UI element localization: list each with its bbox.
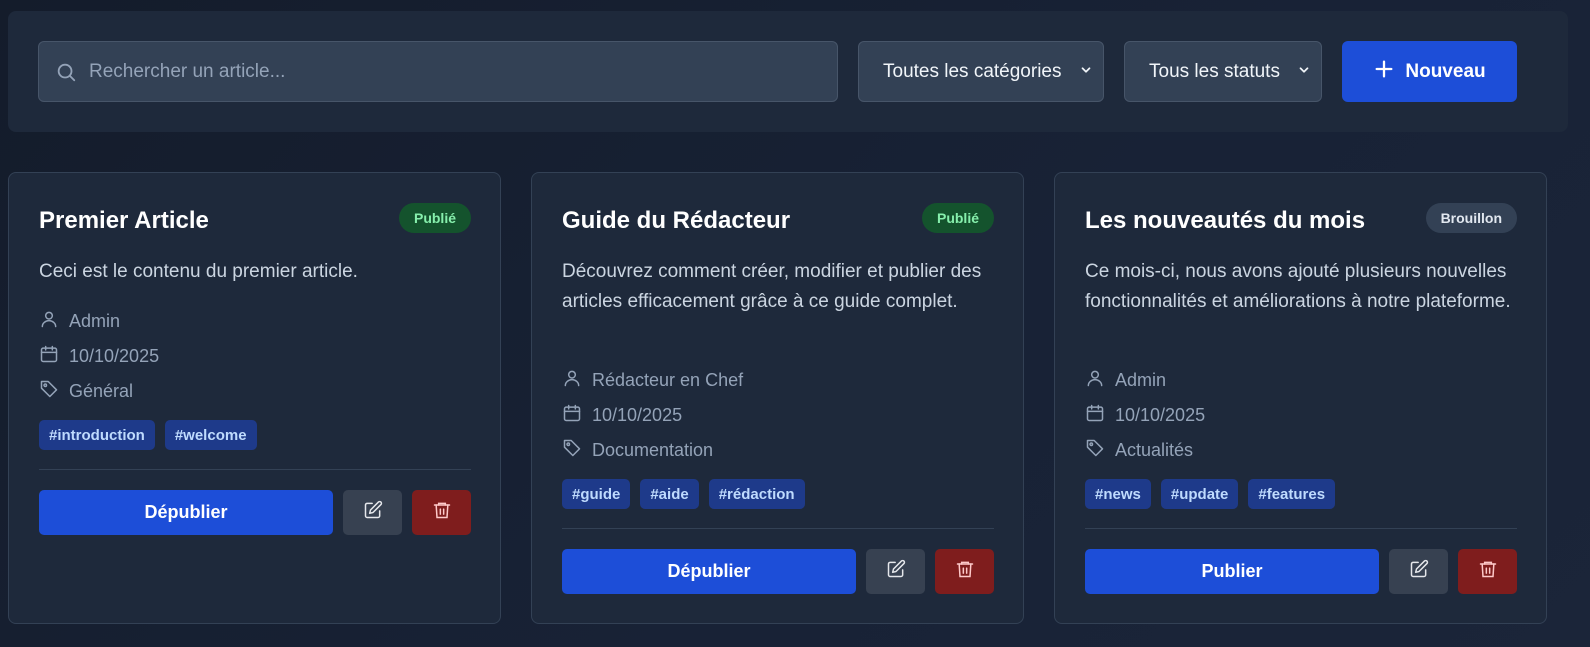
category-value: Documentation: [592, 440, 714, 460]
author-name: Rédacteur en Chef: [592, 370, 744, 390]
calendar-icon: [562, 403, 592, 428]
calendar-icon: [1085, 403, 1115, 428]
tag-list: #guide #aide #rédaction: [562, 479, 805, 509]
tag-list: #introduction #welcome: [39, 420, 257, 450]
divider: [39, 469, 471, 470]
status-select-value: Tous les statuts: [1149, 60, 1280, 82]
category-select-value: Toutes les catégories: [883, 60, 1062, 82]
article-date: 10/10/2025: [1085, 403, 1517, 428]
edit-button[interactable]: [1389, 549, 1448, 594]
article-date: 10/10/2025: [39, 344, 471, 369]
edit-icon: [886, 559, 906, 584]
tag-list: #news #update #features: [1085, 479, 1336, 509]
trash-icon: [1478, 559, 1498, 584]
status-badge: Publié: [398, 203, 471, 233]
card-actions: Dépublier: [562, 549, 994, 594]
article-title: Guide du Rédacteur: [562, 207, 791, 234]
publish-button[interactable]: Publier: [1085, 549, 1379, 594]
user-icon: [562, 368, 592, 393]
edit-button[interactable]: [343, 490, 402, 535]
article-category: Général: [39, 379, 471, 404]
divider: [562, 528, 994, 529]
edit-icon: [363, 500, 383, 525]
category-select[interactable]: Toutes les catégories: [858, 41, 1104, 102]
chevron-down-icon: [1079, 61, 1093, 83]
new-button-label: Nouveau: [1405, 60, 1486, 82]
trash-icon: [955, 559, 975, 584]
category-value: Général: [69, 381, 134, 401]
search-box[interactable]: [38, 41, 838, 102]
date-value: 10/10/2025: [1115, 405, 1206, 425]
article-author: Admin: [1085, 368, 1517, 393]
status-badge: Publié: [921, 203, 994, 233]
tag-chip[interactable]: #guide: [562, 479, 631, 509]
card-actions: Dépublier: [39, 490, 471, 535]
edit-button[interactable]: [866, 549, 925, 594]
new-article-button[interactable]: Nouveau: [1342, 41, 1517, 102]
tag-chip[interactable]: #features: [1248, 479, 1336, 509]
tag-chip[interactable]: #introduction: [39, 420, 155, 450]
article-date: 10/10/2025: [562, 403, 994, 428]
tag-chip[interactable]: #news: [1085, 479, 1151, 509]
article-category: Documentation: [562, 438, 994, 463]
search-input[interactable]: [89, 60, 789, 83]
user-icon: [39, 309, 69, 334]
article-category: Actualités: [1085, 438, 1517, 463]
author-name: Admin: [1115, 370, 1167, 390]
article-content: Découvrez comment créer, modifier et pub…: [562, 261, 982, 312]
edit-icon: [1409, 559, 1429, 584]
divider: [1085, 528, 1517, 529]
article-card: Guide du Rédacteur Publié Découvrez comm…: [531, 172, 1024, 624]
toolbar: Toutes les catégories Tous les statuts N…: [8, 11, 1568, 132]
tag-icon: [39, 379, 69, 404]
article-card: Les nouveautés du mois Brouillon Ce mois…: [1054, 172, 1547, 624]
search-icon: [55, 61, 77, 83]
plus-icon: [1373, 58, 1395, 86]
status-select[interactable]: Tous les statuts: [1124, 41, 1322, 102]
card-actions: Publier: [1085, 549, 1517, 594]
delete-button[interactable]: [935, 549, 994, 594]
tag-chip[interactable]: #aide: [640, 479, 699, 509]
delete-button[interactable]: [1458, 549, 1517, 594]
article-content: Ceci est le contenu du premier article.: [39, 261, 358, 282]
user-icon: [1085, 368, 1115, 393]
calendar-icon: [39, 344, 69, 369]
article-title: Les nouveautés du mois: [1085, 207, 1366, 234]
status-badge: Brouillon: [1425, 203, 1517, 233]
article-title: Premier Article: [39, 207, 209, 234]
tag-icon: [562, 438, 592, 463]
article-card: Premier Article Publié Ceci est le conte…: [8, 172, 501, 624]
article-author: Rédacteur en Chef: [562, 368, 994, 393]
unpublish-button[interactable]: Dépublier: [562, 549, 856, 594]
chevron-down-icon: [1297, 61, 1311, 83]
tag-chip[interactable]: #rédaction: [708, 479, 805, 509]
date-value: 10/10/2025: [592, 405, 683, 425]
tag-chip[interactable]: #update: [1160, 479, 1239, 509]
tag-icon: [1085, 438, 1115, 463]
delete-button[interactable]: [412, 490, 471, 535]
unpublish-button[interactable]: Dépublier: [39, 490, 333, 535]
article-content: Ce mois-ci, nous avons ajouté plusieurs …: [1085, 261, 1511, 312]
date-value: 10/10/2025: [69, 346, 160, 366]
category-value: Actualités: [1115, 440, 1194, 460]
article-author: Admin: [39, 309, 471, 334]
tag-chip[interactable]: #welcome: [164, 420, 257, 450]
trash-icon: [432, 500, 452, 525]
author-name: Admin: [69, 311, 121, 331]
